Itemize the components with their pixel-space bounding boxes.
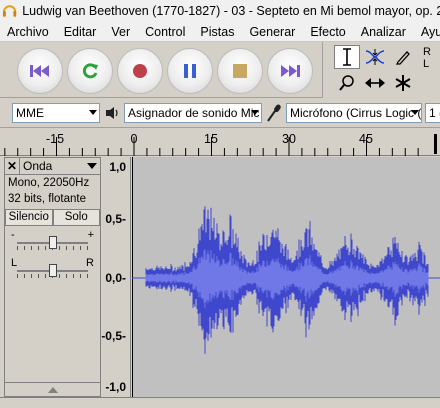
asterisk-icon	[395, 75, 411, 91]
selection-tool[interactable]	[334, 45, 360, 69]
scale-label: 0,0-	[105, 271, 126, 285]
double-arrow-icon	[365, 78, 385, 88]
loop-button[interactable]	[67, 48, 113, 94]
gain-slider[interactable]: - +	[11, 229, 94, 254]
track-format: Mono, 22050Hz	[8, 177, 90, 189]
scale-label: 1,0	[109, 160, 126, 174]
track-name: Onda	[23, 159, 53, 173]
pause-button[interactable]	[167, 48, 213, 94]
device-toolbar: MME Asignador de sonido Mic Micrófono (C…	[0, 98, 440, 128]
menu-ver[interactable]: Ver	[104, 25, 138, 39]
waveform	[132, 157, 440, 397]
gain-slider-thumb[interactable]	[49, 236, 58, 249]
audacity-app-icon	[2, 5, 17, 17]
ruler-label: -15	[45, 132, 65, 146]
timeline-ruler[interactable]: -15 0 15 30 45	[0, 128, 440, 156]
stop-button[interactable]	[217, 48, 263, 94]
skip-to-end-button[interactable]	[267, 48, 313, 94]
waveform-display[interactable]	[132, 157, 440, 397]
microphone-icon	[267, 104, 281, 122]
envelope-tool[interactable]	[362, 45, 388, 69]
ruler-ticks	[4, 137, 419, 156]
pencil-icon	[395, 51, 410, 65]
ruler-label: 45	[359, 132, 373, 146]
scale-label: 0,5-	[105, 212, 126, 226]
chevron-down-icon	[411, 110, 419, 115]
tools-toolbar: R L	[322, 42, 440, 98]
input-channels-value: 1 (	[429, 106, 440, 120]
chevron-down-icon	[89, 110, 97, 115]
track-control-panel: ✕ Onda Mono, 22050Hz 32 bits, flotante S…	[4, 157, 101, 397]
output-device-value: Asignador de sonido Mic	[128, 106, 260, 120]
scale-label: -0,5-	[101, 329, 126, 343]
ruler-label: 30	[282, 132, 296, 146]
input-device-value: Micrófono (Cirrus Logic (	[290, 106, 422, 120]
skip-back-icon	[30, 65, 49, 77]
transport-toolbar	[0, 42, 322, 98]
pan-slider-thumb[interactable]	[49, 264, 58, 277]
solo-button[interactable]: Solo	[52, 209, 100, 226]
skip-forward-icon	[281, 65, 300, 77]
pan-left-label: L	[11, 257, 18, 269]
record-button[interactable]	[117, 48, 163, 94]
mute-button[interactable]: Silencio	[5, 209, 53, 226]
stop-icon	[233, 64, 247, 78]
amplitude-scale: 1,0 0,5- 0,0- -0,5- -1,0	[101, 157, 131, 397]
pan-right-label: R	[86, 257, 94, 269]
horizontal-scrollbar[interactable]	[0, 397, 440, 408]
meter-channel-labels: R L	[423, 46, 431, 70]
meter-r-label: R	[423, 46, 431, 58]
loop-icon	[82, 63, 98, 79]
pause-icon	[184, 64, 196, 78]
scale-label: -1,0	[105, 380, 126, 394]
menu-ayuda[interactable]: Ayuda	[414, 25, 440, 39]
triangle-up-icon	[47, 386, 58, 393]
host-select-value: MME	[16, 106, 44, 120]
input-device-select[interactable]: Micrófono (Cirrus Logic (	[286, 103, 422, 123]
i-beam-icon	[343, 48, 351, 66]
track-bit-depth: 32 bits, flotante	[8, 193, 86, 205]
draw-tool[interactable]	[390, 45, 416, 69]
track-header: ✕ Onda	[5, 158, 100, 175]
menu-analizar[interactable]: Analizar	[354, 25, 414, 39]
title-bar: Ludwig van Beethoven (1770-1827) - 03 - …	[0, 0, 440, 22]
menu-efecto[interactable]: Efecto	[303, 25, 353, 39]
speaker-icon	[106, 107, 118, 119]
input-channels-select[interactable]: 1 (	[425, 103, 440, 123]
multi-tool[interactable]	[390, 71, 416, 95]
track-name-menu[interactable]: Onda	[20, 158, 100, 174]
ruler-label: 15	[204, 132, 218, 146]
collapse-track-button[interactable]	[5, 382, 100, 396]
skip-to-start-button[interactable]	[17, 48, 63, 94]
close-track-icon[interactable]: ✕	[5, 158, 20, 174]
magnifier-icon	[339, 75, 354, 91]
gain-plus-label: +	[87, 229, 94, 241]
ruler-label: 0	[130, 132, 138, 146]
playhead-icon[interactable]	[432, 134, 440, 154]
envelope-icon	[365, 49, 385, 65]
menu-pistas[interactable]: Pistas	[193, 25, 242, 39]
pan-slider[interactable]: L R	[11, 257, 94, 282]
menu-archivo[interactable]: Archivo	[0, 25, 57, 39]
record-icon	[133, 64, 147, 78]
menu-editar[interactable]: Editar	[57, 25, 105, 39]
zoom-tool[interactable]	[334, 71, 360, 95]
window-title: Ludwig van Beethoven (1770-1827) - 03 - …	[22, 4, 440, 18]
chevron-down-icon	[251, 110, 259, 115]
time-shift-tool[interactable]	[362, 71, 388, 95]
menu-control[interactable]: Control	[138, 25, 193, 39]
host-select[interactable]: MME	[12, 103, 100, 123]
menu-bar: Archivo Editar Ver Control Pistas Genera…	[0, 22, 440, 42]
gain-minus-label: -	[11, 229, 15, 241]
chevron-down-icon	[87, 163, 97, 169]
mute-solo-buttons: Silencio Solo	[5, 209, 100, 226]
output-device-select[interactable]: Asignador de sonido Mic	[124, 103, 262, 123]
menu-generar[interactable]: Generar	[242, 25, 303, 39]
meter-l-label: L	[423, 58, 430, 70]
